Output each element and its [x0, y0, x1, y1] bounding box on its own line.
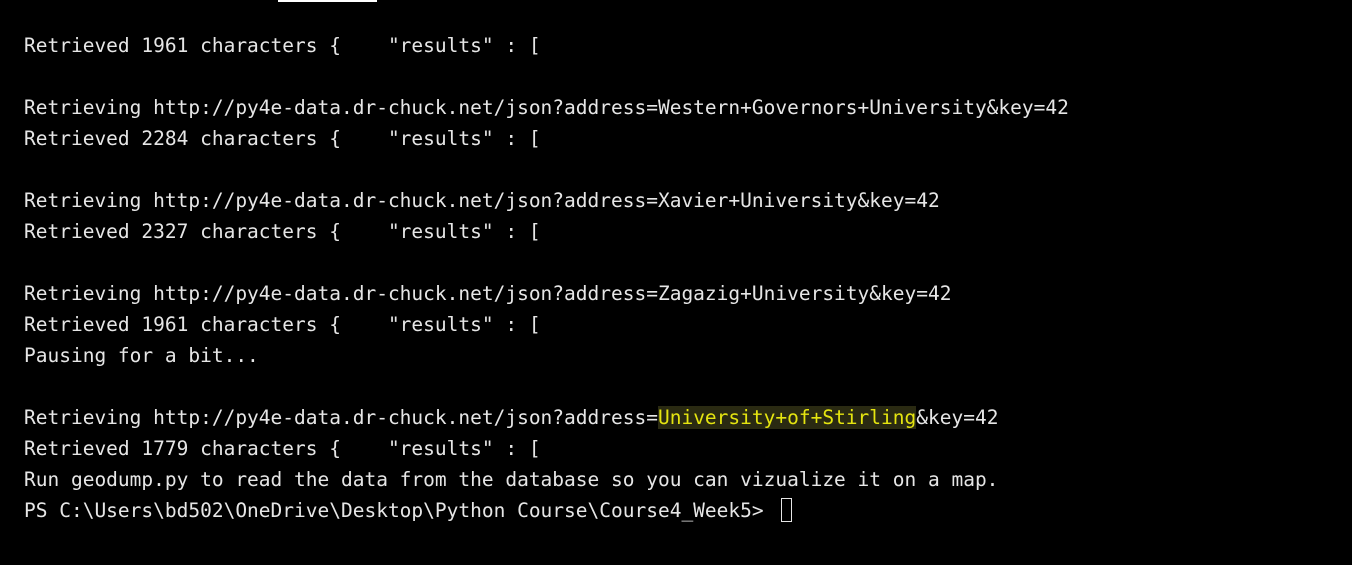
output-line-highlighted: Retrieving http://py4e-data.dr-chuck.net… — [24, 402, 1352, 433]
output-line: Retrieved 1961 characters { "results" : … — [24, 313, 541, 336]
terminal-output[interactable]: Retrieved 1961 characters { "results" : … — [24, 30, 1352, 526]
output-line: Run geodump.py to read the data from the… — [24, 468, 999, 491]
output-line: Retrieved 1779 characters { "results" : … — [24, 437, 541, 460]
output-line: Pausing for a bit... — [24, 344, 259, 367]
shell-prompt: PS C:\Users\bd502\OneDrive\Desktop\Pytho… — [24, 499, 776, 522]
line-suffix: &key=42 — [916, 406, 999, 429]
scroll-indicator — [278, 0, 377, 2]
output-line: Retrieving http://py4e-data.dr-chuck.net… — [24, 96, 1069, 119]
search-highlight: University+of+Stirling — [657, 406, 917, 429]
line-prefix: Retrieving http://py4e-data.dr-chuck.net… — [24, 406, 658, 429]
text-cursor[interactable] — [781, 498, 793, 522]
output-line: Retrieving http://py4e-data.dr-chuck.net… — [24, 189, 940, 212]
prompt-line[interactable]: PS C:\Users\bd502\OneDrive\Desktop\Pytho… — [24, 495, 1352, 526]
output-line: Retrieving http://py4e-data.dr-chuck.net… — [24, 282, 952, 305]
output-line: Retrieved 2284 characters { "results" : … — [24, 127, 541, 150]
output-line: Retrieved 1961 characters { "results" : … — [24, 34, 541, 57]
output-line: Retrieved 2327 characters { "results" : … — [24, 220, 541, 243]
